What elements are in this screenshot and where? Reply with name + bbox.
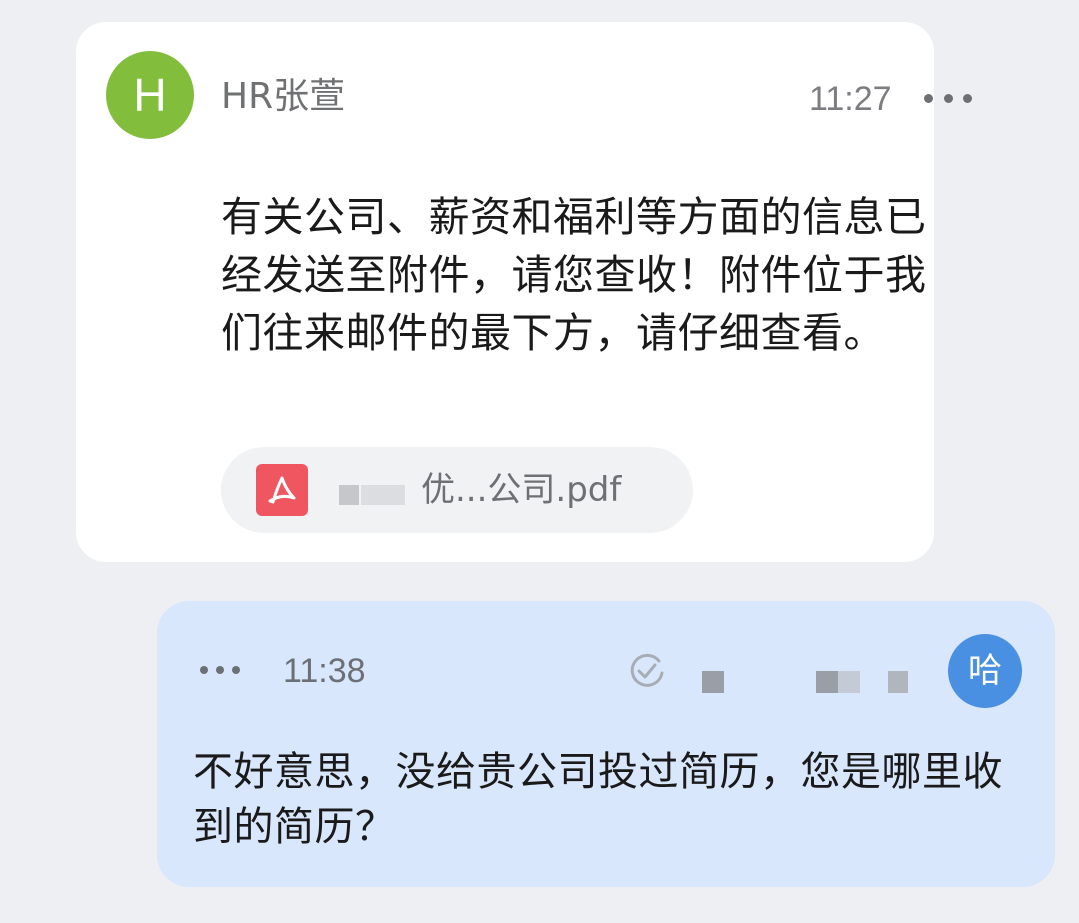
attachment-file-name: 优...公司.pdf bbox=[421, 470, 622, 510]
pdf-icon bbox=[256, 464, 308, 516]
sender-avatar[interactable]: H bbox=[106, 51, 194, 139]
outgoing-message-card: 11:38 哈 不好意思，没给贵公司投过简历，您是哪里收到的简历？ bbox=[157, 601, 1055, 887]
dot bbox=[943, 93, 953, 103]
redacted-text bbox=[888, 671, 908, 693]
redacted-text bbox=[361, 485, 405, 505]
my-avatar[interactable]: 哈 bbox=[948, 634, 1022, 708]
message-time: 11:38 bbox=[283, 652, 366, 690]
redacted-text bbox=[838, 671, 860, 693]
message-body: 不好意思，没给贵公司投过简历，您是哪里收到的简历？ bbox=[193, 749, 1003, 850]
sender-name[interactable]: HR张萱 bbox=[221, 73, 345, 121]
dot bbox=[200, 666, 208, 674]
message-time: 11:27 bbox=[809, 80, 892, 118]
read-check-icon bbox=[627, 651, 667, 691]
more-horizontal-icon[interactable] bbox=[200, 655, 240, 685]
pdf-attachment[interactable]: 优...公司.pdf bbox=[221, 447, 693, 533]
incoming-message-card: H HR张萱 11:27 有关公司、薪资和福利等方面的信息已经发送至附件，请您查… bbox=[76, 22, 972, 562]
redacted-text bbox=[339, 485, 359, 505]
message-body: 有关公司、薪资和福利等方面的信息已经发送至附件，请您查收！附件位于我们往来邮件的… bbox=[221, 193, 927, 357]
dot bbox=[924, 93, 933, 103]
dot bbox=[963, 93, 972, 103]
redacted-text bbox=[702, 671, 724, 693]
dot bbox=[232, 666, 240, 674]
dot bbox=[216, 666, 224, 674]
more-horizontal-icon[interactable] bbox=[924, 80, 972, 116]
redacted-text bbox=[816, 671, 838, 693]
